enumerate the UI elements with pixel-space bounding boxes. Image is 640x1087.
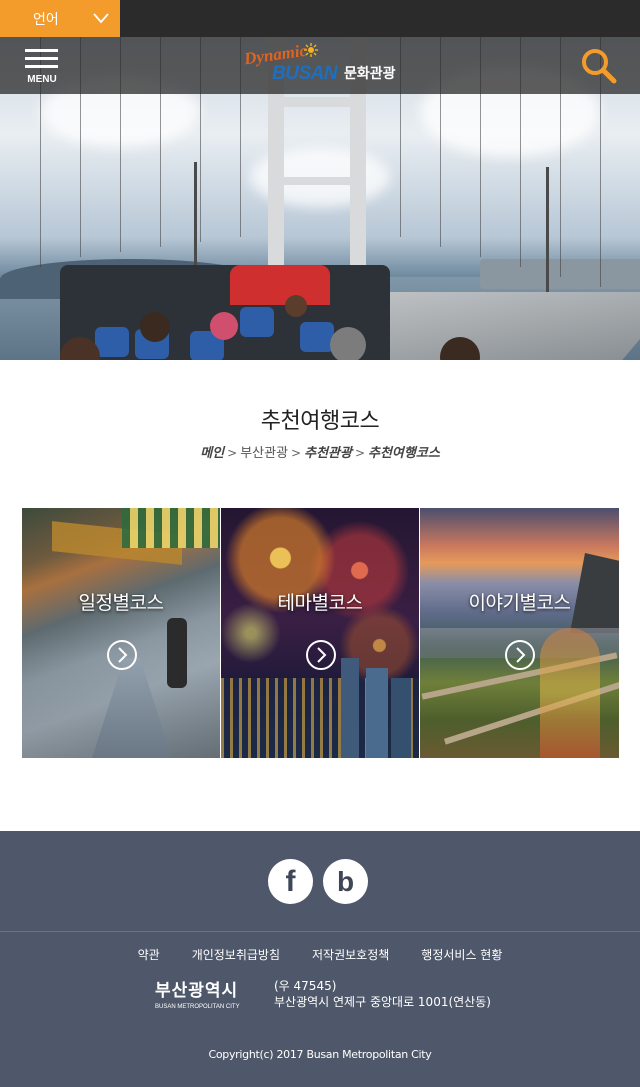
language-select[interactable]: 언어: [0, 0, 120, 37]
logo-suffix-text: 문화관광: [344, 66, 396, 82]
menu-button[interactable]: MENU: [22, 47, 62, 87]
card-story-course[interactable]: 이야기별코스: [420, 508, 619, 758]
city-logo-english: BUSAN METROPOLITAN CITY: [155, 1004, 240, 1010]
chevron-right-icon: >: [291, 446, 302, 460]
footer-link-terms[interactable]: 약관: [138, 946, 160, 963]
menu-label: MENU: [27, 74, 57, 85]
breadcrumb-item-current: 추천여행코스: [368, 446, 440, 461]
arrow-circle-right-icon: [107, 640, 137, 670]
language-select-label: 언어: [33, 11, 59, 28]
page-title: 추천여행코스: [260, 409, 380, 434]
blog-icon: b: [336, 865, 355, 897]
copyright-text: Copyright(c) 2017 Busan Metropolitan Cit…: [208, 1048, 432, 1061]
footer-divider: [0, 931, 640, 932]
site-footer: f b 약관 개인정보취급방침 저작권보호정책 행정서비스 현황 부산광역시 B…: [0, 831, 640, 1087]
site-logo[interactable]: Dynamic BUSAN 문화관광: [243, 41, 404, 87]
chevron-right-icon: >: [227, 446, 238, 460]
footer-link-copyright-policy[interactable]: 저작권보호정책: [312, 946, 389, 963]
arrow-circle-right-icon: [306, 640, 336, 670]
card-title: 테마별코스: [277, 592, 363, 614]
busan-city-logo: 부산광역시 BUSAN METROPOLITAN CITY: [155, 976, 250, 1011]
address-street: 부산광역시 연제구 중앙대로 1001(연산동): [274, 995, 491, 1009]
facebook-icon: f: [285, 864, 296, 898]
breadcrumb-item-home[interactable]: 메인: [200, 446, 224, 461]
city-logo-korean: 부산광역시: [155, 981, 239, 1001]
card-theme-course[interactable]: 테마별코스: [221, 508, 420, 758]
arrow-circle-right-icon: [505, 640, 535, 670]
logo-busan-text: BUSAN: [272, 63, 338, 84]
chevron-down-icon: [93, 13, 109, 24]
chevron-right-icon: >: [354, 446, 366, 460]
breadcrumb: 메인 > 부산관광 > 추천관광 > 추천여행코스: [0, 442, 640, 461]
sun-icon: [304, 43, 318, 57]
course-cards: 일정별코스 테마별코스 이야기별코스: [22, 508, 619, 758]
card-schedule-course[interactable]: 일정별코스: [22, 508, 221, 758]
footer-link-privacy[interactable]: 개인정보취급방침: [192, 946, 280, 963]
blog-button[interactable]: b: [323, 859, 368, 904]
card-title: 일정별코스: [78, 592, 164, 614]
language-bar: 언어: [0, 0, 640, 37]
search-button[interactable]: [578, 45, 618, 85]
breadcrumb-item-recommended-tour[interactable]: 추천관광: [304, 446, 352, 461]
card-title: 이야기별코스: [468, 592, 571, 614]
footer-links: 약관 개인정보취급방침 저작권보호정책 행정서비스 현황: [0, 946, 640, 963]
footer-address: (우 47545) 부산광역시 연제구 중앙대로 1001(연산동): [274, 978, 491, 1010]
site-header: MENU Dynamic BUSAN 문화관광: [0, 37, 640, 94]
breadcrumb-item-busan-tour[interactable]: 부산관광: [240, 446, 288, 461]
footer-link-admin-services[interactable]: 행정서비스 현황: [421, 946, 502, 963]
facebook-button[interactable]: f: [268, 859, 313, 904]
address-postal-code: (우 47545): [274, 979, 337, 993]
search-icon: [582, 49, 617, 84]
